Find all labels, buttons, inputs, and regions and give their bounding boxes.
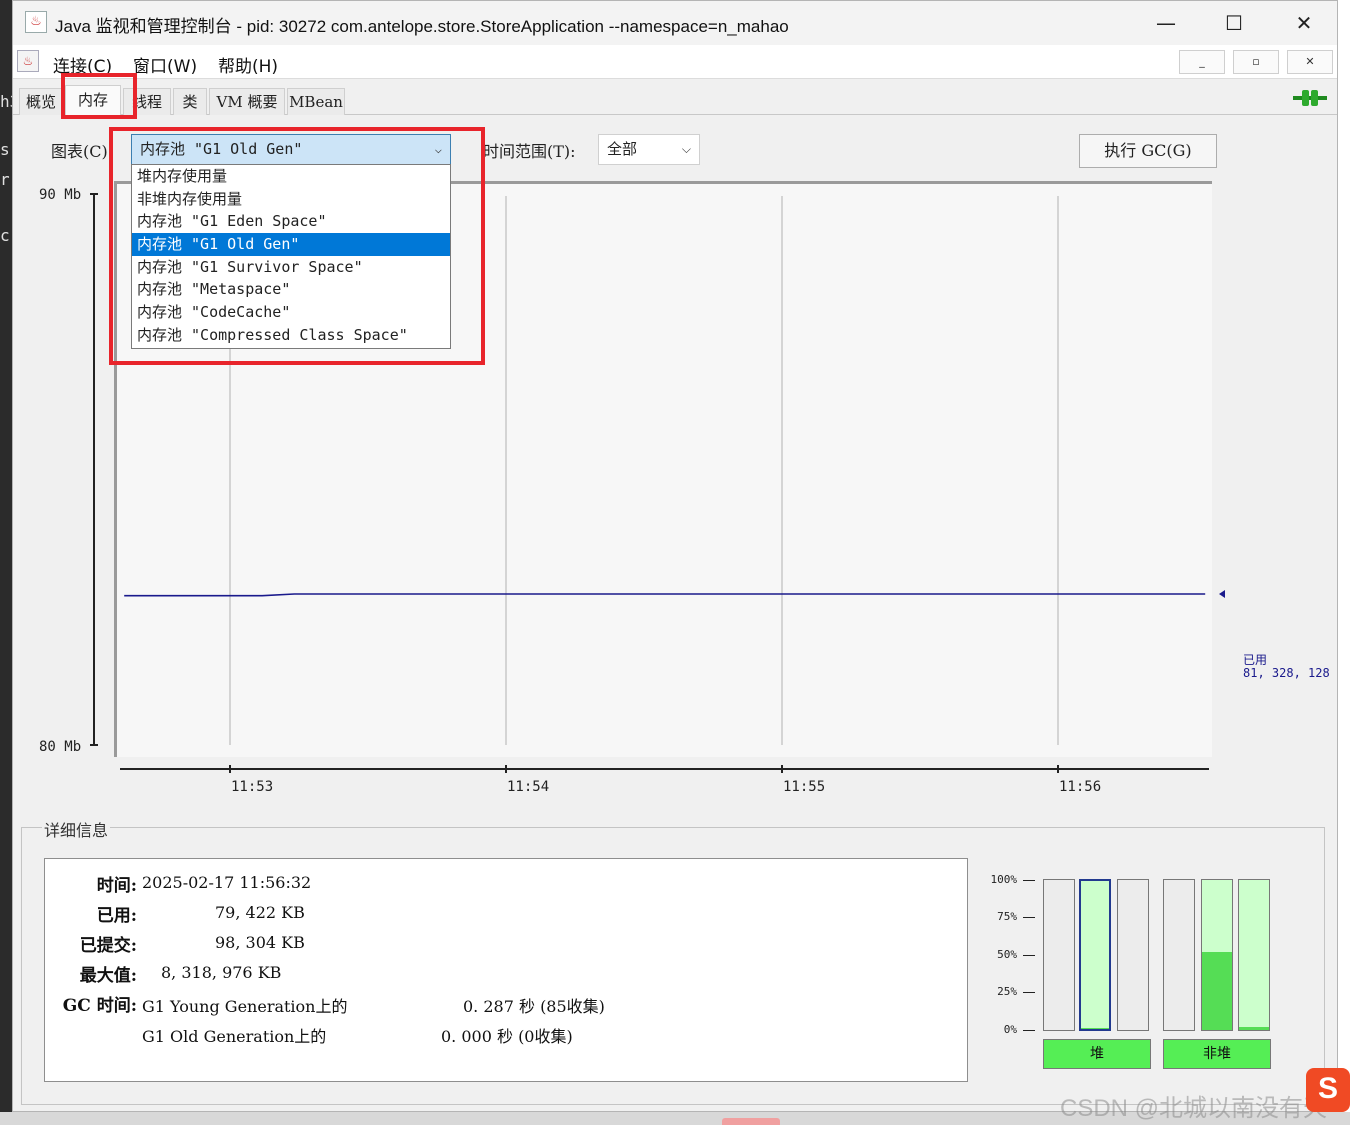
percent-label: 0% bbox=[1003, 1023, 1017, 1036]
used-value: 79, 422 KB bbox=[215, 903, 305, 922]
bar-fill bbox=[1081, 1027, 1109, 1029]
nonheap-bar-metaspace[interactable] bbox=[1201, 879, 1233, 1031]
gc-young-name: G1 Young Generation上的 bbox=[142, 997, 348, 1016]
nonheap-bar-codecache[interactable] bbox=[1163, 879, 1195, 1031]
y-tick-label: 80 Mb bbox=[39, 739, 82, 755]
watermark-text: CSDN @北城以南没有天 bbox=[1060, 1095, 1328, 1122]
bg-char: s bbox=[0, 140, 10, 159]
chart-dropdown-list: 堆内存使用量 非堆内存使用量 内存池 "G1 Eden Space" 内存池 "… bbox=[131, 164, 451, 349]
bar-fill bbox=[1239, 1027, 1269, 1030]
used-label: 已用: bbox=[96, 906, 137, 926]
x-tick-label: 11:55 bbox=[783, 779, 826, 795]
x-tick-label: 11:53 bbox=[231, 779, 274, 795]
time-label: 时间: bbox=[96, 876, 137, 896]
dropdown-option-codecache[interactable]: 内存池 "CodeCache" bbox=[132, 301, 450, 324]
max-value: 8, 318, 976 KB bbox=[161, 963, 282, 982]
y-tick-label: 90 Mb bbox=[39, 187, 82, 203]
dropdown-option-metaspace[interactable]: 内存池 "Metaspace" bbox=[132, 278, 450, 301]
gc-old-value: 0. 000 秒 (0收集) bbox=[441, 1027, 573, 1046]
x-tick-label: 11:56 bbox=[1059, 779, 1102, 795]
bar-fill bbox=[1202, 952, 1232, 1030]
dropdown-option-old-gen[interactable]: 内存池 "G1 Old Gen" bbox=[132, 233, 450, 256]
dropdown-option-heap[interactable]: 堆内存使用量 bbox=[132, 165, 450, 188]
dropdown-option-nonheap[interactable]: 非堆内存使用量 bbox=[132, 188, 450, 211]
committed-label: 已提交: bbox=[79, 936, 137, 956]
gc-time-label: GC 时间: bbox=[62, 996, 137, 1016]
max-label: 最大值: bbox=[79, 966, 137, 986]
nonheap-bar-compressed-class[interactable] bbox=[1238, 879, 1270, 1031]
x-tick-label: 11:54 bbox=[507, 779, 550, 795]
heap-group-label[interactable]: 堆 bbox=[1043, 1039, 1151, 1069]
series-line-used bbox=[124, 593, 1206, 597]
background-editor-strip: h3 s r c bbox=[0, 0, 19, 1125]
committed-value: 98, 304 KB bbox=[215, 933, 305, 952]
bg-char: c bbox=[0, 226, 10, 245]
dropdown-option-eden[interactable]: 内存池 "G1 Eden Space" bbox=[132, 210, 450, 233]
current-value-marker bbox=[1219, 590, 1225, 599]
percent-label: 25% bbox=[997, 985, 1017, 998]
nonheap-group-label[interactable]: 非堆 bbox=[1163, 1039, 1271, 1069]
percent-label: 50% bbox=[997, 948, 1017, 961]
memory-chart bbox=[90, 193, 1225, 773]
heap-bar-eden[interactable] bbox=[1043, 879, 1075, 1031]
sogou-logo-icon: S bbox=[1306, 1068, 1350, 1112]
details-info-box: 时间: 2025-02-17 11:56:32 已用: 79, 422 KB 已… bbox=[44, 858, 968, 1082]
heap-bar-old-gen[interactable] bbox=[1079, 879, 1111, 1031]
percent-label: 100% bbox=[990, 873, 1018, 886]
dropdown-option-survivor[interactable]: 内存池 "G1 Survivor Space" bbox=[132, 256, 450, 279]
series-current-value: 81, 328, 128 bbox=[1243, 666, 1330, 680]
gc-old-name: G1 Old Generation上的 bbox=[142, 1027, 327, 1046]
details-legend: 详细信息 bbox=[42, 817, 111, 841]
heap-bar-survivor[interactable] bbox=[1117, 879, 1149, 1031]
jconsole-window: ♨ Java 监视和管理控制台 - pid: 30272 com.antelop… bbox=[12, 0, 1338, 1112]
dropdown-option-compressed-class[interactable]: 内存池 "Compressed Class Space" bbox=[132, 324, 450, 347]
percent-label: 75% bbox=[997, 910, 1017, 923]
gc-young-value: 0. 287 秒 (85收集) bbox=[463, 997, 605, 1016]
bg-char: r bbox=[0, 170, 10, 189]
time-value: 2025-02-17 11:56:32 bbox=[142, 873, 312, 892]
